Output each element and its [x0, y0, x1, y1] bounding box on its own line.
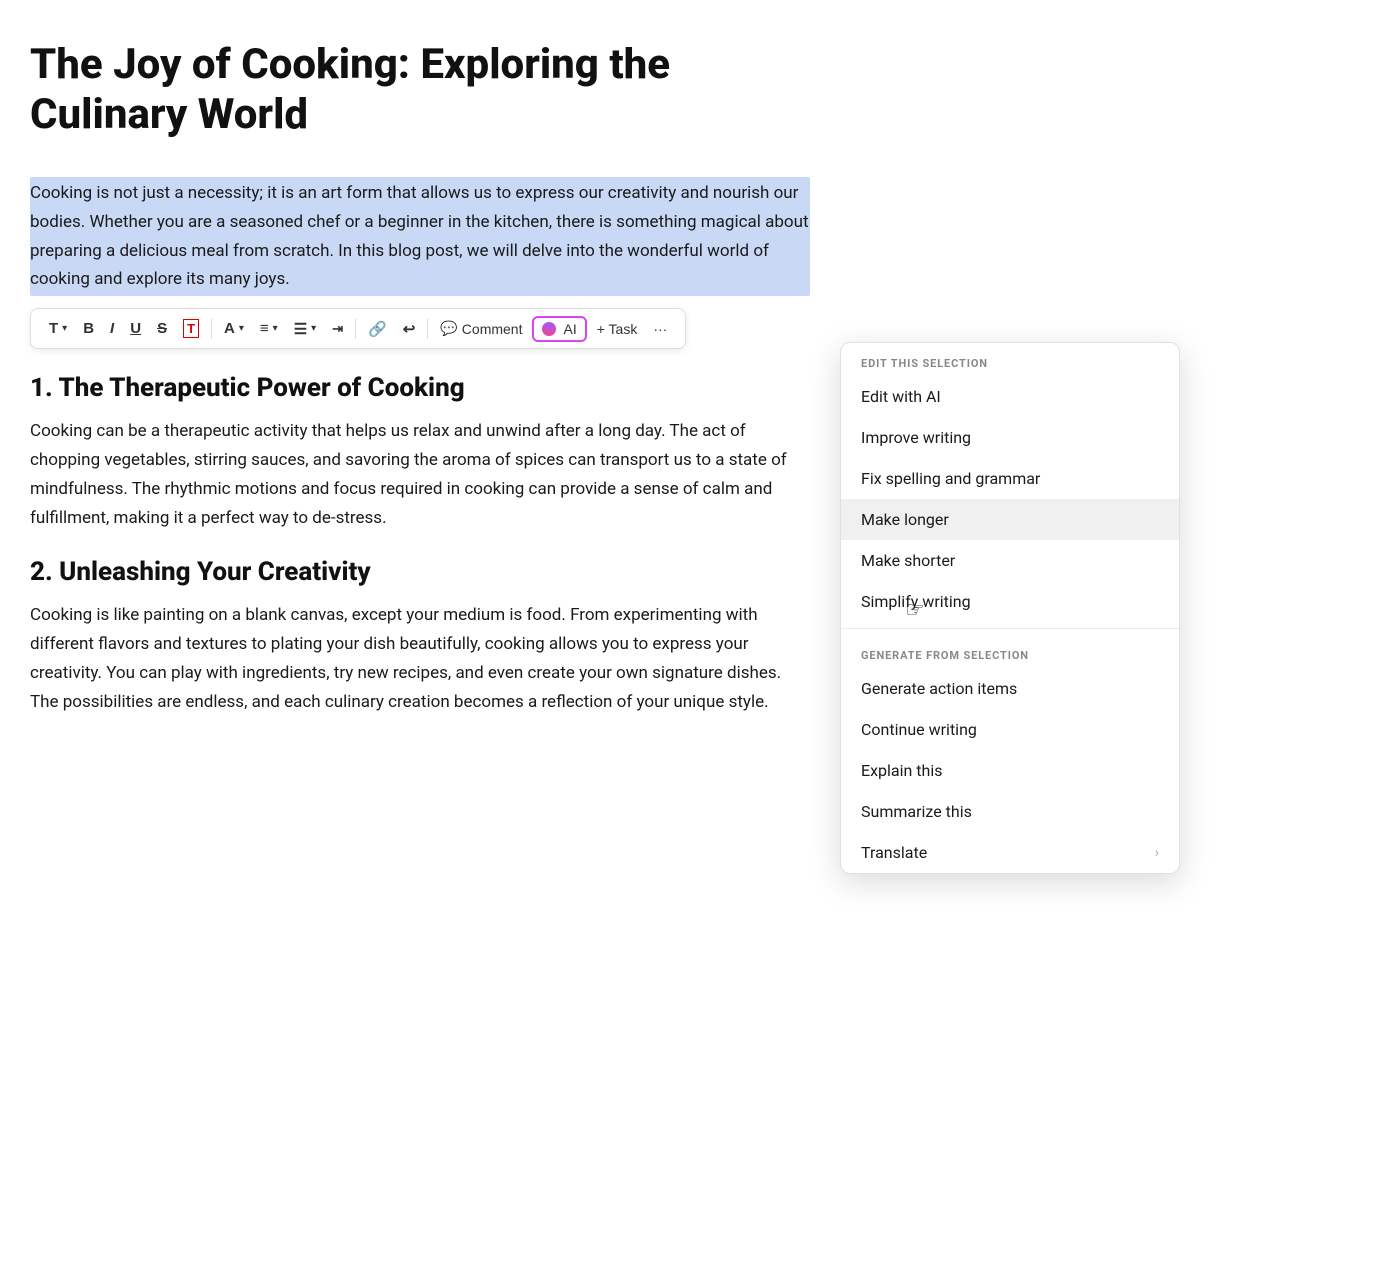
strikethrough-button[interactable]: S: [151, 316, 173, 341]
text-style-dropdown-icon: ▾: [62, 323, 67, 334]
continue-writing-item[interactable]: Continue writing: [841, 709, 1179, 750]
toolbar-separator-1: [211, 319, 212, 339]
document-title: The Joy of Cooking: Exploring the Culina…: [30, 40, 810, 141]
strikethrough-icon: S: [157, 320, 167, 337]
underline-button[interactable]: U: [124, 316, 147, 341]
edit-with-ai-item[interactable]: Edit with AI: [841, 376, 1179, 417]
indent-button[interactable]: ⇥: [326, 317, 349, 341]
bold-icon: B: [83, 320, 94, 337]
translate-label: Translate: [861, 843, 927, 862]
align-dropdown-icon: ▾: [273, 323, 278, 334]
toolbar-separator-2: [355, 319, 356, 339]
text-color-button[interactable]: A ▾: [218, 316, 250, 341]
simplify-writing-item[interactable]: Simplify writing: [841, 581, 1179, 622]
quote-icon: ↩: [403, 320, 416, 338]
task-button[interactable]: + Task: [591, 317, 644, 341]
selected-paragraph: Cooking is not just a necessity; it is a…: [30, 177, 810, 297]
ai-label: AI: [563, 321, 576, 337]
continue-writing-label: Continue writing: [861, 720, 977, 739]
dropdown-divider: [841, 628, 1179, 629]
section-1-body: Cooking can be a therapeutic activity th…: [30, 417, 810, 533]
ai-dropdown-menu: EDIT THIS SELECTION Edit with AI Improve…: [840, 342, 1180, 874]
text-style-icon: T: [49, 320, 58, 337]
align-icon: ≡: [260, 320, 269, 337]
fix-spelling-label: Fix spelling and grammar: [861, 469, 1040, 488]
ai-button[interactable]: AI: [532, 316, 586, 342]
section-2-body: Cooking is like painting on a blank canv…: [30, 601, 810, 717]
list-button[interactable]: ☰ ▾: [288, 316, 322, 342]
more-options-button[interactable]: ···: [647, 317, 673, 341]
comment-button[interactable]: 💬 Comment: [434, 316, 528, 341]
improve-writing-item[interactable]: Improve writing: [841, 417, 1179, 458]
make-longer-label: Make longer: [861, 510, 949, 529]
improve-writing-label: Improve writing: [861, 428, 971, 447]
link-button[interactable]: 🔗: [362, 316, 393, 342]
translate-submenu-arrow: ›: [1155, 845, 1159, 861]
edit-section-label: EDIT THIS SELECTION: [841, 343, 1179, 376]
text-color-icon: A: [224, 320, 235, 337]
align-button[interactable]: ≡ ▾: [254, 316, 284, 341]
simplify-writing-label: Simplify writing: [861, 592, 971, 611]
comment-label: Comment: [462, 321, 523, 337]
highlight-button[interactable]: T: [177, 315, 205, 342]
generate-action-items-item[interactable]: Generate action items: [841, 668, 1179, 709]
link-icon: 🔗: [368, 320, 387, 338]
highlight-icon: T: [183, 319, 199, 338]
edit-with-ai-label: Edit with AI: [861, 387, 941, 406]
explain-this-label: Explain this: [861, 761, 943, 780]
explain-this-item[interactable]: Explain this: [841, 750, 1179, 791]
list-dropdown-icon: ▾: [311, 323, 316, 334]
make-shorter-label: Make shorter: [861, 551, 955, 570]
list-icon: ☰: [294, 320, 307, 338]
text-color-dropdown-icon: ▾: [239, 323, 244, 334]
quote-button[interactable]: ↩: [397, 316, 422, 342]
bold-button[interactable]: B: [77, 316, 100, 341]
formatting-toolbar: T ▾ B I U S T A ▾ ≡ ▾ ☰ ▾ ⇥: [30, 308, 686, 349]
indent-icon: ⇥: [332, 321, 343, 337]
summarize-this-label: Summarize this: [861, 802, 972, 821]
section-2-heading: 2. Unleashing Your Creativity: [30, 557, 810, 587]
generate-action-items-label: Generate action items: [861, 679, 1017, 698]
generate-section-label: GENERATE FROM SELECTION: [841, 635, 1179, 668]
translate-item[interactable]: Translate ›: [841, 832, 1179, 873]
underline-icon: U: [130, 320, 141, 337]
summarize-this-item[interactable]: Summarize this: [841, 791, 1179, 832]
make-longer-item[interactable]: Make longer: [841, 499, 1179, 540]
comment-icon: 💬: [440, 320, 457, 337]
toolbar-separator-3: [427, 319, 428, 339]
task-label: + Task: [597, 321, 638, 337]
section-1-heading: 1. The Therapeutic Power of Cooking: [30, 373, 810, 403]
italic-button[interactable]: I: [104, 316, 120, 341]
more-options-icon: ···: [653, 321, 667, 337]
text-style-button[interactable]: T ▾: [43, 316, 73, 341]
fix-spelling-item[interactable]: Fix spelling and grammar: [841, 458, 1179, 499]
italic-icon: I: [110, 320, 114, 337]
ai-icon: [542, 322, 556, 336]
make-shorter-item[interactable]: Make shorter: [841, 540, 1179, 581]
